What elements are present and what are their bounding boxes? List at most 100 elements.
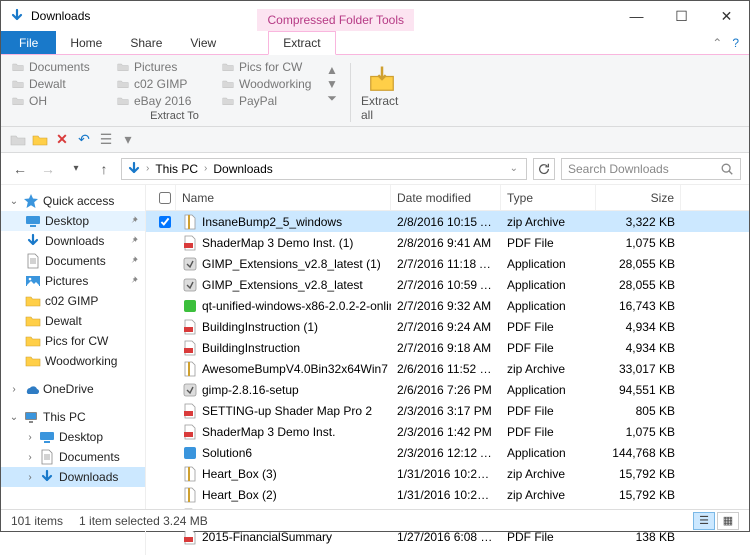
file-row[interactable]: AwesomeBumpV4.0Bin32x64Win72/6/2016 11:5… [146,358,749,379]
folder-icon [221,78,235,90]
tab-home[interactable]: Home [56,31,116,54]
close-button[interactable]: ✕ [704,1,749,31]
file-icon [182,340,198,356]
file-icon [182,361,198,377]
address-dropdown-icon[interactable]: ⌄ [506,163,522,174]
col-date[interactable]: Date modified [391,185,501,210]
file-icon [182,403,198,419]
extract-destination[interactable]: PayPal [219,93,324,109]
sidebar-item[interactable]: Pics for CW [1,331,145,351]
file-row[interactable]: Heart_Box (2)1/31/2016 10:27 PMzip Archi… [146,484,749,505]
tab-share[interactable]: Share [116,31,176,54]
sidebar-item[interactable]: ›Documents [1,447,145,467]
sidebar-this-pc[interactable]: ⌄ This PC [1,407,145,427]
nav-forward-icon[interactable]: → [37,158,59,180]
tab-extract[interactable]: Extract [268,31,335,55]
chevron-right-icon[interactable]: › [9,384,19,395]
select-all-checkbox[interactable] [159,192,171,204]
extract-all-button[interactable]: Extract all [361,59,403,126]
col-name[interactable]: Name [176,185,391,210]
file-row[interactable]: ShaderMap 3 Demo Inst.2/3/2016 1:42 PMPD… [146,421,749,442]
file-icon [182,382,198,398]
extract-destination[interactable]: Pics for CW [219,59,324,75]
extract-all-label: Extract all [361,94,403,122]
chevron-right-icon[interactable]: › [146,163,149,174]
extract-destination[interactable]: OH [9,93,114,109]
sidebar-item[interactable]: Documents [1,251,145,271]
file-row[interactable]: BuildingInstruction2/7/2016 9:18 AMPDF F… [146,337,749,358]
folder-icon [11,95,25,107]
col-checkbox[interactable] [154,185,176,210]
search-placeholder: Search Downloads [568,162,669,176]
file-row[interactable]: BuildingInstruction (1)2/7/2016 9:24 AMP… [146,316,749,337]
qat-new-folder-icon[interactable] [9,131,27,149]
scroll-down-icon[interactable]: ▼ [326,77,338,91]
sidebar-item[interactable]: Desktop [1,211,145,231]
nav-back-icon[interactable]: ← [9,158,31,180]
downloads-crumb-icon [126,161,142,177]
sidebar-item[interactable]: Pictures [1,271,145,291]
file-row[interactable]: Heart_Box (3)1/31/2016 10:27 PMzip Archi… [146,463,749,484]
minimize-button[interactable]: — [614,1,659,31]
extract-destination[interactable]: c02 GIMP [114,76,219,92]
scroll-up-icon[interactable]: ▲ [326,63,338,77]
extract-destination[interactable]: Dewalt [9,76,114,92]
file-row[interactable]: gimp-2.8.16-setup2/6/2016 7:26 PMApplica… [146,379,749,400]
address-bar[interactable]: › This PC › Downloads ⌄ [121,158,527,180]
file-row[interactable]: SETTING-up Shader Map Pro 22/3/2016 3:17… [146,400,749,421]
tab-file[interactable]: File [1,31,56,54]
folder-icon [25,353,41,369]
file-row[interactable]: qt-unified-windows-x86-2.0.2-2-online2/7… [146,295,749,316]
extract-destination[interactable]: eBay 2016 [114,93,219,109]
sidebar-item[interactable]: ›Desktop [1,427,145,447]
sidebar-item[interactable]: Dewalt [1,311,145,331]
crumb-downloads[interactable]: Downloads [211,162,274,176]
file-row[interactable]: GIMP_Extensions_v2.8_latest (1)2/7/2016 … [146,253,749,274]
sidebar-item[interactable]: c02 GIMP [1,291,145,311]
nav-history-icon[interactable]: ▾ [65,158,87,180]
maximize-button[interactable]: ☐ [659,1,704,31]
row-checkbox[interactable] [159,216,171,228]
tab-view[interactable]: View [176,31,230,54]
qat-more-icon[interactable]: ▾ [119,131,137,149]
col-size[interactable]: Size [596,185,681,210]
sidebar-onedrive[interactable]: › OneDrive [1,379,145,399]
nav-up-icon[interactable]: ↑ [93,158,115,180]
file-row[interactable]: Solution62/3/2016 12:12 AMApplication144… [146,442,749,463]
more-icon[interactable]: ⏷ [327,91,337,106]
view-large-icons-button[interactable]: ▦ [717,512,739,530]
sidebar-item[interactable]: Woodworking [1,351,145,371]
file-row[interactable]: ShaderMap 3 Demo Inst. (1)2/8/2016 9:41 … [146,232,749,253]
chevron-down-icon[interactable]: ⌄ [9,196,19,207]
chevron-right-icon[interactable]: › [25,452,35,463]
chevron-right-icon[interactable]: › [25,472,35,483]
extract-all-icon [367,64,397,94]
folder-icon [25,213,41,229]
view-details-button[interactable]: ☰ [693,512,715,530]
search-input[interactable]: Search Downloads [561,158,741,180]
chevron-down-icon[interactable]: ⌄ [9,412,19,423]
chevron-right-icon[interactable]: › [204,163,207,174]
qat-folder-icon[interactable] [31,131,49,149]
extract-destination[interactable]: Woodworking [219,76,324,92]
extract-destination[interactable]: Documents [9,59,114,75]
folder-icon [39,429,55,445]
ribbon-collapse-icon[interactable]: ⌃ [712,36,722,50]
chevron-right-icon[interactable]: › [25,432,35,443]
ribbon-tabs: File Home Share View Extract ⌃ ? [1,31,749,55]
file-row[interactable]: InsaneBump2_5_windows2/8/2016 10:15 AMzi… [146,211,749,232]
sidebar-item[interactable]: ›Downloads [1,467,145,487]
file-icon [182,277,198,293]
file-row[interactable]: GIMP_Extensions_v2.8_latest2/7/2016 10:5… [146,274,749,295]
sidebar-item[interactable]: Downloads [1,231,145,251]
qat-undo-icon[interactable]: ↶ [75,131,93,149]
folder-icon [116,78,130,90]
crumb-this-pc[interactable]: This PC [153,162,200,176]
sidebar-quick-access[interactable]: ⌄ Quick access [1,191,145,211]
qat-delete-icon[interactable]: ✕ [53,131,71,149]
qat-properties-icon[interactable]: ☰ [97,131,115,149]
refresh-button[interactable] [533,158,555,180]
extract-destination[interactable]: Pictures [114,59,219,75]
col-type[interactable]: Type [501,185,596,210]
help-icon[interactable]: ? [732,36,739,50]
